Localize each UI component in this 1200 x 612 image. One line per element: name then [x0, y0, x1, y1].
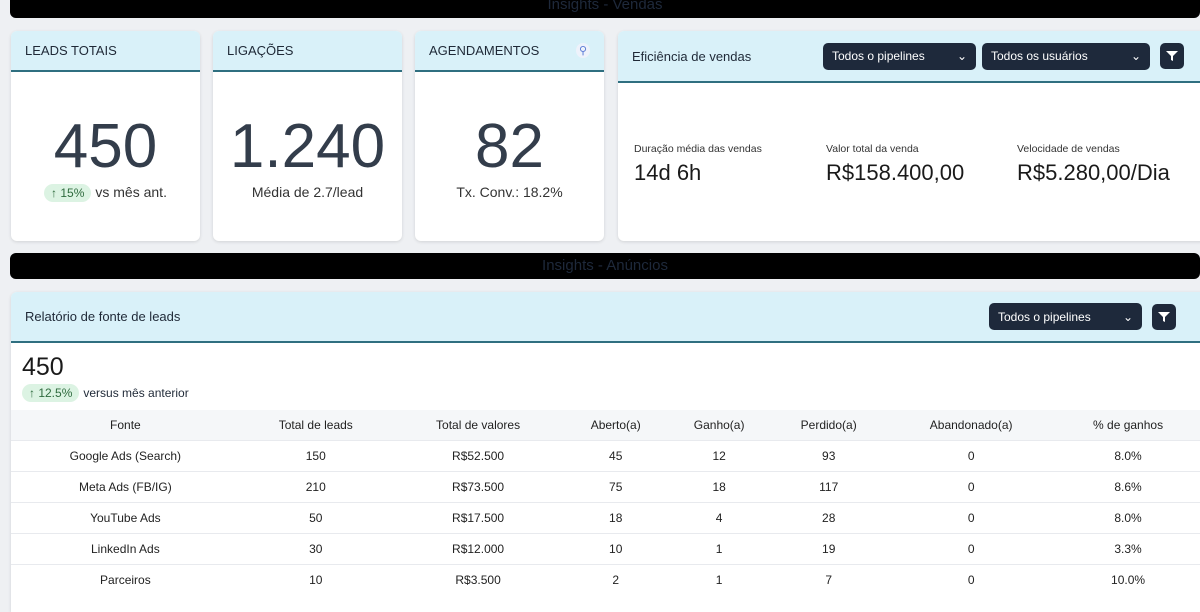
kpi-title: AGENDAMENTOS [429, 43, 540, 58]
pipeline-select[interactable]: Todos o pipelines ⌄ [989, 303, 1142, 330]
table-cell: Parceiros [11, 563, 240, 595]
table-cell: Google Ads (Search) [11, 439, 240, 471]
ads-insights-banner: Insights - Anúncios [10, 253, 1200, 279]
metric-value: R$5.280,00/Dia [1017, 160, 1170, 185]
sales-insights-banner: Insights - Vendas [10, 0, 1200, 18]
kpi-value: 82 [475, 112, 544, 181]
kpi-value: 450 [53, 112, 158, 181]
column-header[interactable]: Ganho(a) [667, 410, 772, 440]
user-select[interactable]: Todos os usuários ⌄ [982, 42, 1150, 70]
table-cell: 3.3% [1056, 532, 1200, 564]
table-row: Parceiros 10 R$3.500 2 1 7 0 10.0% [11, 563, 1200, 595]
table-cell: 7 [771, 563, 887, 595]
chevron-down-icon: ⌄ [956, 49, 967, 63]
kpi-title: LIGAÇÕES [213, 31, 402, 72]
metric-label: Velocidade de vendas [1017, 143, 1120, 155]
table-cell: 0 [886, 501, 1057, 533]
table-cell: R$17.500 [391, 501, 565, 533]
table-row: Google Ads (Search) 150 R$52.500 45 12 93 0 8.0… [11, 439, 1200, 471]
kpi-card-appointments: AGENDAMENTOS ⚲ 82 Tx. Conv.: 18.2% [415, 31, 604, 241]
table-cell: 8.0% [1056, 501, 1200, 533]
lead-source-card: Relatório de fonte de leads Todos o pipe… [11, 292, 1200, 612]
table-cell: 10 [564, 532, 668, 564]
filter-button[interactable] [1160, 43, 1184, 69]
table-cell: 2 [564, 563, 668, 595]
table-cell: 0 [886, 470, 1057, 502]
table-cell: 19 [771, 532, 887, 564]
table-cell: 45 [564, 439, 668, 471]
table-cell: 4 [667, 501, 772, 533]
table-cell: 8.0% [1056, 439, 1200, 471]
table-cell: 12 [667, 439, 772, 471]
table-cell: R$3.500 [391, 563, 565, 595]
select-value: Todos o pipelines [832, 49, 925, 63]
table-cell: YouTube Ads [11, 501, 240, 533]
column-header[interactable]: Total de leads [239, 410, 392, 440]
kpi-title: LEADS TOTAIS [11, 31, 200, 72]
filter-icon [1158, 311, 1170, 322]
pipeline-select[interactable]: Todos o pipelines ⌄ [823, 42, 976, 70]
table-cell: 1 [667, 532, 772, 564]
trend-badge: ↑ 12.5% [22, 384, 80, 402]
table-cell: R$52.500 [391, 439, 565, 471]
metric-total-value: Valor total da venda R$158.400,00 [826, 143, 964, 186]
table-cell: 18 [564, 501, 668, 533]
table-cell: 117 [771, 470, 887, 502]
chevron-down-icon: ⌄ [1122, 309, 1133, 324]
column-header[interactable]: Total de valores [391, 410, 565, 440]
lead-source-table: Fonte Total de leads Total de valores Abert… [11, 410, 1200, 595]
table-cell: 0 [886, 439, 1057, 471]
trend-badge: ↑ 15% [44, 184, 92, 202]
column-header[interactable]: Fonte [11, 410, 240, 440]
table-cell: 50 [239, 501, 392, 533]
kpi-subtitle: Tx. Conv.: 18.2% [456, 184, 563, 200]
table-cell: 0 [886, 563, 1057, 595]
metric-label: Valor total da venda [826, 143, 919, 155]
table-cell: 30 [239, 532, 392, 564]
table-cell: 18 [667, 470, 772, 502]
table-cell: 10 [239, 563, 392, 595]
table-cell: 93 [771, 439, 887, 471]
table-cell: 8.6% [1056, 470, 1200, 502]
table-cell: 28 [771, 501, 887, 533]
kpi-value: 1.240 [229, 112, 386, 181]
filter-button[interactable] [1152, 303, 1176, 330]
table-cell: R$12.000 [391, 532, 565, 564]
metric-value: 14d 6h [634, 160, 702, 185]
table-cell: 1 [667, 563, 772, 595]
select-value: Todos o pipelines [998, 309, 1091, 324]
table-cell: 0 [886, 532, 1057, 564]
metric-duration: Duração média das vendas 14d 6h [634, 143, 762, 186]
card-title: Relatório de fonte de leads [25, 309, 181, 324]
table-row: Meta Ads (FB/IG) 210 R$73.500 75 18 117 0 8.6% [11, 470, 1200, 502]
kpi-subtitle: Média de 2.7/lead [251, 184, 364, 200]
column-header[interactable]: % de ganhos [1056, 410, 1200, 440]
column-header[interactable]: Aberto(a) [564, 410, 668, 440]
table-cell: 75 [564, 470, 668, 502]
table-cell: Meta Ads (FB/IG) [11, 470, 240, 502]
metric-label: Duração média das vendas [634, 143, 762, 155]
compare-text: versus mês anterior [83, 386, 189, 400]
sales-efficiency-card: Eficiência de vendas Todos o pipelines ⌄ … [618, 31, 1200, 241]
metric-velocity: Velocidade de vendas R$5.280,00/Dia [1017, 143, 1170, 186]
kpi-subtitle: vs mês ant. [95, 184, 167, 200]
kpi-card-calls: LIGAÇÕES 1.240 Média de 2.7/lead [213, 31, 402, 241]
select-value: Todos os usuários [991, 49, 1088, 63]
table-cell: R$73.500 [391, 470, 565, 502]
table-cell: 150 [239, 439, 392, 471]
table-row: YouTube Ads 50 R$17.500 18 4 28 0 8.0% [11, 501, 1200, 533]
chevron-down-icon: ⌄ [1130, 49, 1141, 63]
kpi-card-leads: LEADS TOTAIS 450 ↑ 15% vs mês ant. [11, 31, 200, 241]
total-leads-value: 450 [22, 353, 64, 381]
table-cell: LinkedIn Ads [11, 532, 240, 564]
card-title: Eficiência de vendas [632, 48, 752, 64]
pin-icon[interactable]: ⚲ [575, 43, 590, 58]
table-cell: 10.0% [1056, 563, 1200, 595]
filter-icon [1166, 51, 1178, 61]
table-cell: 210 [239, 470, 392, 502]
metric-value: R$158.400,00 [826, 160, 965, 185]
column-header[interactable]: Abandonado(a) [886, 410, 1057, 440]
column-header[interactable]: Perdido(a) [771, 410, 887, 440]
table-row: LinkedIn Ads 30 R$12.000 10 1 19 0 3.3% [11, 532, 1200, 564]
